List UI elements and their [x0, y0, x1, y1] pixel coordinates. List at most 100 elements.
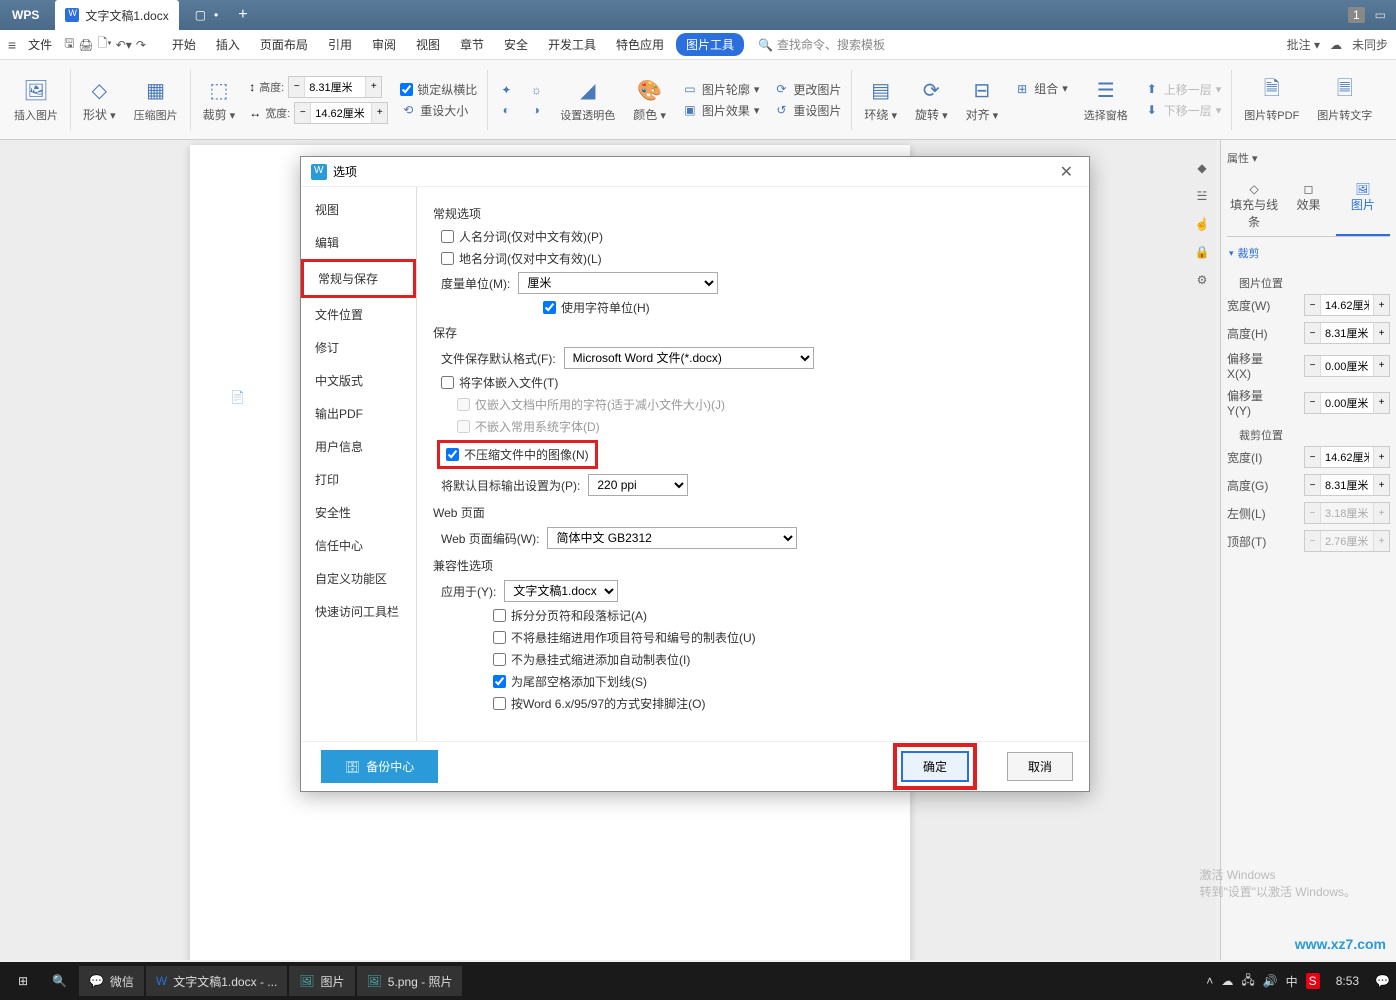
sp-ch-spinner[interactable]: −+: [1304, 474, 1390, 496]
chk-hang[interactable]: 不将悬挂缩进用作项目符号和编号的制表位(U): [493, 629, 756, 646]
reset-size-button[interactable]: ⟲重设大小: [400, 102, 477, 119]
dec-button[interactable]: −: [289, 77, 305, 97]
tab-fill[interactable]: ◇填充与线条: [1227, 176, 1281, 236]
tray-sogou-icon[interactable]: S: [1306, 973, 1320, 989]
rg-select-pane[interactable]: ☰ 选择窗格: [1076, 60, 1136, 139]
width-spinner[interactable]: − +: [294, 102, 388, 124]
rg-crop[interactable]: ⬚ 裁剪 ▾: [195, 60, 244, 139]
side-user[interactable]: 用户信息: [301, 430, 416, 463]
side-security[interactable]: 安全性: [301, 496, 416, 529]
rg-shape[interactable]: ◇ 形状 ▾: [75, 60, 124, 139]
side-edit[interactable]: 编辑: [301, 226, 416, 259]
maximize-icon[interactable]: ▭: [1375, 8, 1386, 22]
notif-icon[interactable]: 💬: [1375, 974, 1390, 988]
dec-button[interactable]: −: [295, 103, 311, 123]
side-revise[interactable]: 修订: [301, 331, 416, 364]
file-menu[interactable]: 文件: [20, 32, 60, 57]
chk-trail[interactable]: 为尾部空格添加下划线(S): [493, 673, 647, 690]
tb-wechat[interactable]: 💬微信: [79, 966, 144, 996]
backup-button[interactable]: 🗄 备份中心: [321, 750, 438, 783]
vt-select-icon[interactable]: ☝: [1192, 214, 1212, 234]
vt-gear-icon[interactable]: ⚙: [1192, 270, 1212, 290]
menu-dev[interactable]: 开发工具: [540, 32, 604, 57]
tray-vol-icon[interactable]: 🔊: [1263, 974, 1278, 988]
chk-char-unit[interactable]: 使用字符单位(H): [543, 299, 650, 316]
rg-align[interactable]: ⊟ 对齐 ▾: [958, 60, 1007, 139]
tray-net-icon[interactable]: 🖧: [1241, 971, 1254, 992]
rg-insert-pic[interactable]: 🖼 插入图片: [6, 60, 66, 139]
effect-button[interactable]: ▣图片效果 ▾: [682, 102, 760, 119]
apply-select[interactable]: 文字文稿1.docx: [504, 580, 618, 602]
menu-chapter[interactable]: 章节: [452, 32, 492, 57]
side-print[interactable]: 打印: [301, 463, 416, 496]
chk-word6[interactable]: 按Word 6.x/95/97的方式安排脚注(O): [493, 695, 706, 712]
side-chinese[interactable]: 中文版式: [301, 364, 416, 397]
vt-lock-icon[interactable]: 🔒: [1192, 242, 1212, 262]
props-title[interactable]: 属性 ▾: [1227, 146, 1390, 170]
side-pdf[interactable]: 输出PDF: [301, 397, 416, 430]
rg-to-text[interactable]: 🗏 图片转文字: [1309, 60, 1380, 139]
outline-button[interactable]: ▭图片轮廓 ▾: [682, 81, 760, 98]
web-enc-select[interactable]: 简体中文 GB2312: [547, 527, 797, 549]
undo-icon[interactable]: ↶▾: [116, 38, 132, 52]
menu-view[interactable]: 视图: [408, 32, 448, 57]
annotate-button[interactable]: 批注 ▾: [1287, 36, 1320, 53]
rg-wrap[interactable]: ▤ 环绕 ▾: [856, 60, 905, 139]
margin-indicator-icon[interactable]: 📄: [230, 390, 245, 404]
menu-layout[interactable]: 页面布局: [252, 32, 316, 57]
ppi-select[interactable]: 220 ppi: [588, 474, 688, 496]
move-down-button[interactable]: ⬇下移一层 ▾: [1144, 102, 1222, 119]
ok-button[interactable]: 确定: [901, 751, 969, 782]
menu-review[interactable]: 审阅: [364, 32, 404, 57]
sp-height-spinner[interactable]: −+: [1304, 322, 1390, 344]
clock[interactable]: 8:53: [1328, 974, 1367, 988]
tb-pictures[interactable]: 🖼图片: [289, 966, 354, 996]
other-button[interactable]: ◑: [528, 102, 544, 118]
width-input[interactable]: [311, 103, 371, 123]
command-search[interactable]: 🔍 查找命令、搜索模板: [758, 36, 885, 53]
dot-icon[interactable]: •: [214, 8, 218, 22]
redo-icon[interactable]: ↷: [136, 38, 146, 52]
lock-ratio-checkbox[interactable]: 锁定纵横比: [400, 81, 477, 98]
unit-select[interactable]: 厘米: [518, 272, 718, 294]
add-shadow-button[interactable]: ✦: [498, 82, 514, 98]
rg-color[interactable]: 🎨 颜色 ▾: [625, 60, 674, 139]
menu-security[interactable]: 安全: [496, 32, 536, 57]
tab-pic[interactable]: 🖼图片: [1336, 176, 1390, 236]
document-tab[interactable]: 文字文稿1.docx: [55, 0, 178, 30]
save-icon[interactable]: 🖫: [64, 34, 74, 55]
sp-width-spinner[interactable]: −+: [1304, 294, 1390, 316]
menu-pic-tools[interactable]: 图片工具: [676, 33, 744, 56]
tray-cloud-icon[interactable]: ☁: [1221, 974, 1233, 988]
chk-autotab[interactable]: 不为悬挂式缩进添加自动制表位(I): [493, 651, 690, 668]
chk-no-compress[interactable]: 不压缩文件中的图像(N): [446, 446, 589, 463]
side-customize[interactable]: 自定义功能区: [301, 562, 416, 595]
contrast-button[interactable]: ◐: [498, 102, 514, 118]
height-spinner[interactable]: − +: [288, 76, 382, 98]
menu-ref[interactable]: 引用: [320, 32, 360, 57]
chk-split[interactable]: 拆分分页符和段落标记(A): [493, 607, 647, 624]
cancel-button[interactable]: 取消: [1007, 752, 1073, 781]
cloud-sync-icon[interactable]: ☁: [1330, 38, 1342, 52]
side-quick[interactable]: 快速访问工具栏: [301, 595, 416, 628]
start-button[interactable]: ⊞: [6, 966, 40, 996]
new-tab-button[interactable]: +: [238, 6, 247, 24]
hamburger-icon[interactable]: ≡: [8, 37, 16, 53]
crop-section-header[interactable]: 裁剪: [1227, 237, 1390, 269]
change-pic-button[interactable]: ⟳更改图片: [773, 81, 841, 98]
rg-transparency[interactable]: ◢ 设置透明色: [552, 60, 623, 139]
side-file-loc[interactable]: 文件位置: [301, 298, 416, 331]
close-button[interactable]: ✕: [1054, 162, 1079, 182]
side-general-save[interactable]: 常规与保存: [301, 259, 416, 298]
inc-button[interactable]: +: [365, 77, 381, 97]
sp-offx-spinner[interactable]: −+: [1304, 355, 1390, 377]
side-view[interactable]: 视图: [301, 193, 416, 226]
group-button[interactable]: ⊞组合 ▾: [1014, 80, 1068, 97]
preview-icon[interactable]: 🗋▾: [98, 34, 112, 55]
tb-wps[interactable]: W文字文稿1.docx - ...: [146, 966, 287, 996]
tb-photo[interactable]: 🖼5.png - 照片: [357, 966, 463, 996]
sp-offy-spinner[interactable]: −+: [1304, 392, 1390, 414]
rg-to-pdf[interactable]: 🗎 图片转PDF: [1236, 60, 1307, 139]
sp-cw-spinner[interactable]: −+: [1304, 446, 1390, 468]
reset-pic-button[interactable]: ↺重设图片: [773, 102, 841, 119]
